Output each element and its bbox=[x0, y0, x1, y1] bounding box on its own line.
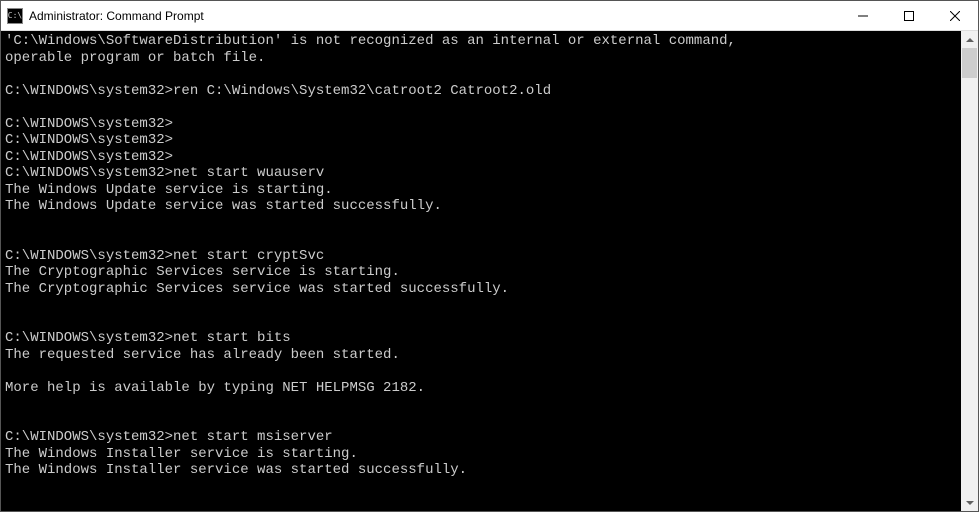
scroll-down-arrow[interactable] bbox=[961, 494, 978, 511]
console-area: 'C:\Windows\SoftwareDistribution' is not… bbox=[1, 31, 978, 511]
titlebar[interactable]: C:\ Administrator: Command Prompt bbox=[1, 1, 978, 31]
console-output[interactable]: 'C:\Windows\SoftwareDistribution' is not… bbox=[1, 31, 961, 511]
scroll-up-arrow[interactable] bbox=[961, 31, 978, 48]
scroll-track[interactable] bbox=[961, 48, 978, 494]
window-controls bbox=[840, 1, 978, 30]
window-title: Administrator: Command Prompt bbox=[29, 9, 840, 23]
scroll-thumb[interactable] bbox=[962, 48, 977, 78]
close-button[interactable] bbox=[932, 1, 978, 30]
command-prompt-window: C:\ Administrator: Command Prompt 'C:\Wi… bbox=[0, 0, 979, 512]
minimize-button[interactable] bbox=[840, 1, 886, 30]
maximize-button[interactable] bbox=[886, 1, 932, 30]
vertical-scrollbar[interactable] bbox=[961, 31, 978, 511]
cmd-icon: C:\ bbox=[7, 8, 23, 24]
